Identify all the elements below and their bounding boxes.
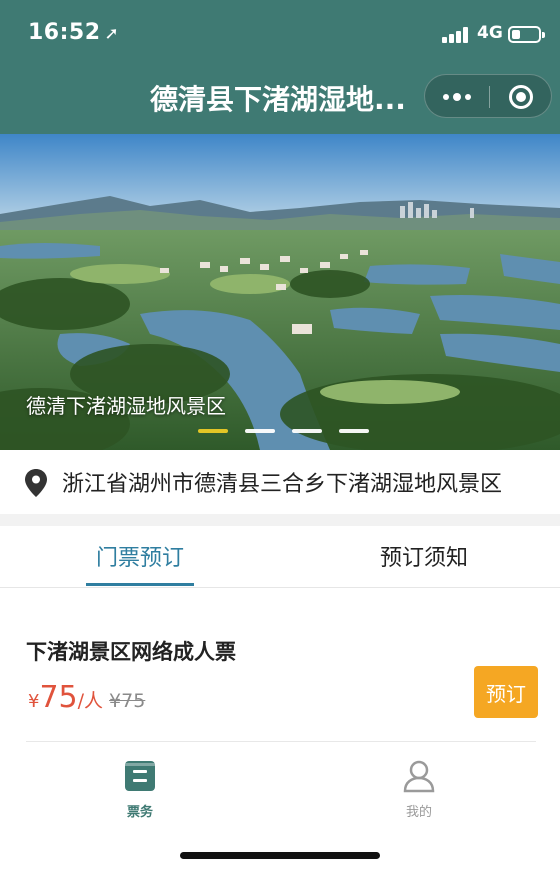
- tabbar-label-mine: 我的: [405, 805, 432, 820]
- price-unit: /人: [77, 690, 104, 712]
- active-tab-underline: [86, 583, 194, 586]
- home-indicator: [180, 852, 380, 859]
- address-text: 浙江省湖州市德清县三合乡下渚湖湿地风景区: [62, 472, 503, 497]
- section-divider: [0, 514, 560, 526]
- carousel-dot[interactable]: [198, 429, 228, 433]
- location-arrow-icon: ➚: [104, 24, 120, 44]
- carousel-dot[interactable]: [245, 429, 275, 433]
- currency-symbol: ¥: [28, 691, 40, 712]
- mini-program-capsule: [424, 74, 552, 118]
- banner-carousel[interactable]: 德清下渚湖湿地风景区: [0, 134, 560, 450]
- tabbar-item-mine[interactable]: 我的: [379, 759, 459, 820]
- network-type: 4G: [477, 23, 503, 43]
- signal-strength-icon: [442, 27, 470, 43]
- price-row: ¥75/人 ¥75: [28, 680, 145, 715]
- original-price: ¥75: [109, 690, 146, 712]
- close-mini-program-button[interactable]: [489, 75, 553, 119]
- ticket-price: 75: [39, 680, 78, 715]
- status-time: 16:52 ➚: [28, 20, 119, 45]
- ticket-name: 下渚湖景区网络成人票: [26, 640, 236, 664]
- carousel-dot[interactable]: [339, 429, 369, 433]
- tab-booking-notice[interactable]: 预订须知: [364, 540, 484, 572]
- user-icon: [403, 760, 435, 793]
- tab-bar: 门票预订 预订须知: [0, 526, 560, 588]
- divider: [26, 741, 536, 742]
- ticket-item: 下渚湖景区网络成人票 ¥75/人 ¥75 预订: [0, 588, 560, 744]
- carousel-indicator: [198, 429, 369, 435]
- more-button[interactable]: [425, 75, 489, 119]
- tab-ticket-booking[interactable]: 门票预订: [80, 540, 200, 572]
- battery-icon: [508, 26, 545, 43]
- address-row[interactable]: 浙江省湖州市德清县三合乡下渚湖湿地风景区: [0, 450, 560, 514]
- location-pin-icon: [25, 469, 47, 497]
- more-dots-icon: [443, 94, 449, 100]
- page-title: 德清县下渚湖湿地...: [150, 83, 406, 116]
- tabbar-label-tickets: 票务: [126, 805, 153, 820]
- status-time-text: 16:52: [28, 20, 101, 45]
- header: 16:52 ➚ 4G 德清县下渚湖湿地...: [0, 0, 560, 134]
- book-button[interactable]: 预订: [474, 666, 538, 718]
- banner-caption: 德清下渚湖湿地风景区: [26, 394, 226, 418]
- tabbar-item-tickets[interactable]: 票务: [100, 759, 180, 820]
- carousel-dot[interactable]: [292, 429, 322, 433]
- target-close-icon: [509, 85, 533, 109]
- ticket-list-icon: [125, 761, 155, 791]
